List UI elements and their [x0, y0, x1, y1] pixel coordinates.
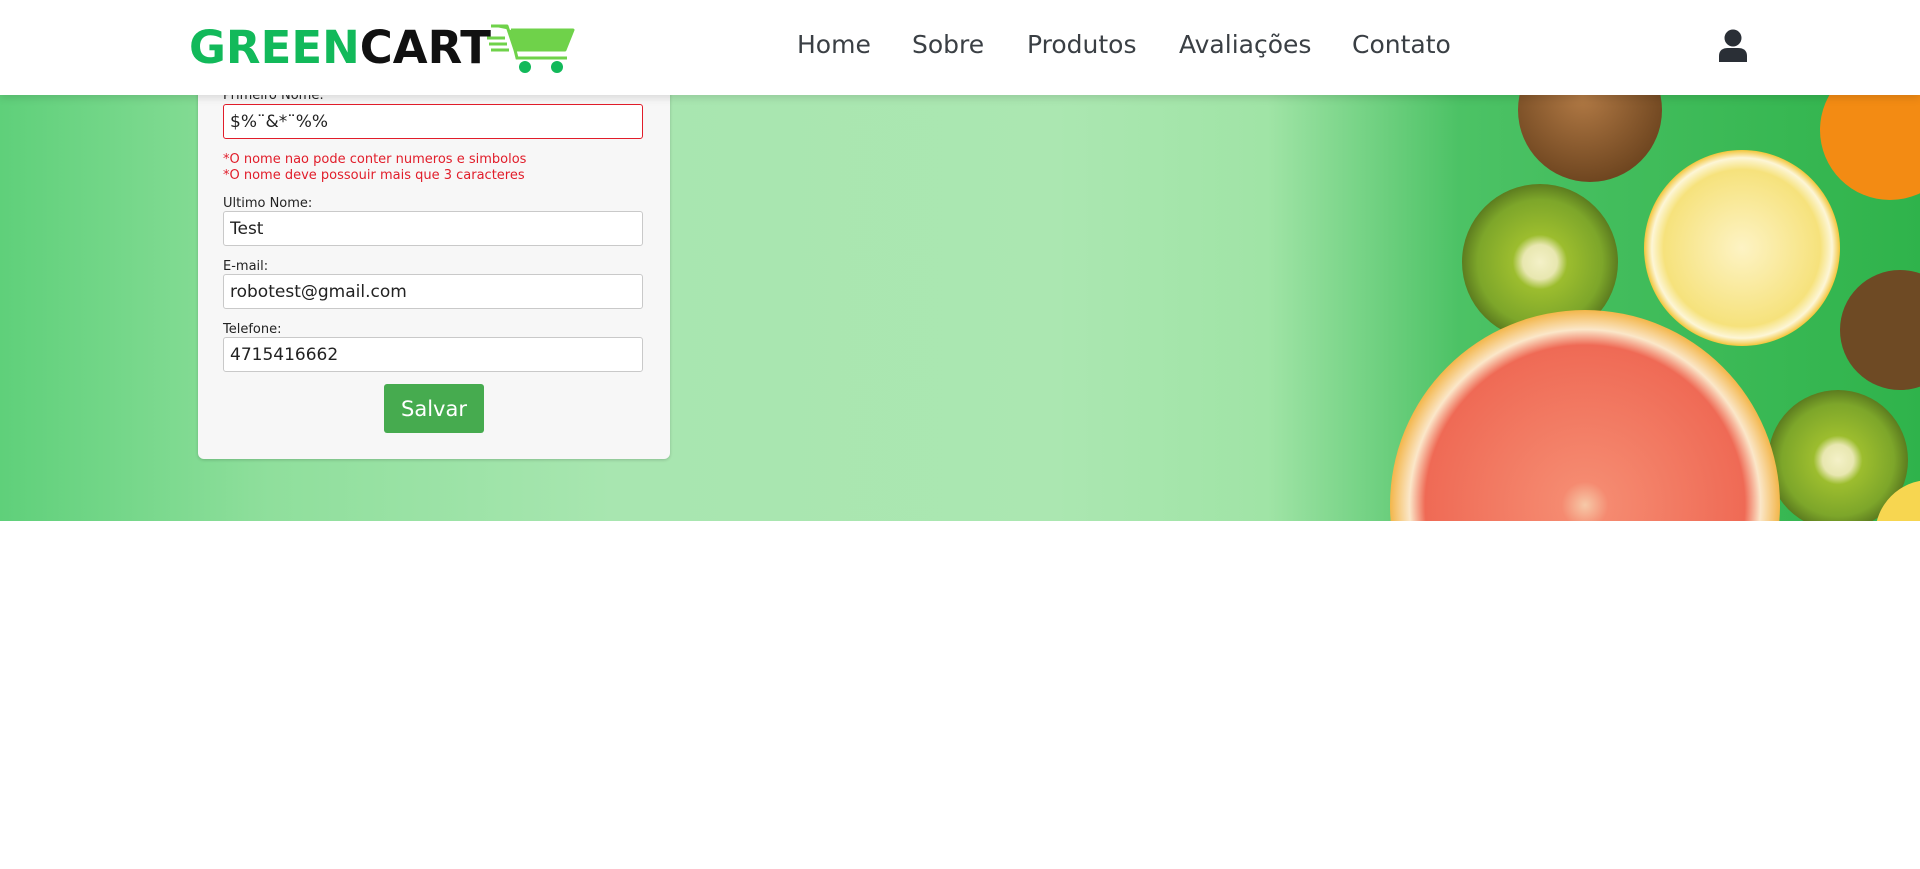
logo-text-green: GREEN — [189, 20, 360, 74]
nav-link-produtos[interactable]: Produtos — [1027, 30, 1137, 59]
first-name-error-length: *O nome deve possouir mais que 3 caracte… — [223, 168, 525, 183]
phone-label: Telefone: — [223, 322, 282, 337]
site-header: GREEN CART Home Sobre Produtos Avaliações… — [0, 0, 1920, 95]
email-input[interactable] — [223, 274, 643, 309]
profile-form-card: Primeiro Nome: *O nome nao pode conter n… — [198, 60, 670, 459]
last-name-label: Ultimo Nome: — [223, 196, 313, 211]
nav-link-contato[interactable]: Contato — [1352, 30, 1451, 59]
user-icon — [1719, 29, 1747, 62]
shopping-cart-icon — [486, 24, 575, 73]
logo-text-cart: CART — [359, 20, 491, 74]
first-name-input[interactable] — [223, 104, 643, 139]
nav-link-home[interactable]: Home — [797, 30, 871, 59]
greencart-logo[interactable]: GREEN CART — [189, 18, 579, 76]
nav-link-sobre[interactable]: Sobre — [912, 30, 984, 59]
nav-link-avaliacoes[interactable]: Avaliações — [1179, 30, 1311, 59]
first-name-error-symbols: *O nome nao pode conter numeros e simbol… — [223, 152, 527, 167]
email-label: E-mail: — [223, 259, 269, 274]
user-account-button[interactable] — [1718, 29, 1748, 63]
save-button[interactable]: Salvar — [384, 384, 484, 433]
last-name-input[interactable] — [223, 211, 643, 246]
phone-input[interactable] — [223, 337, 643, 372]
